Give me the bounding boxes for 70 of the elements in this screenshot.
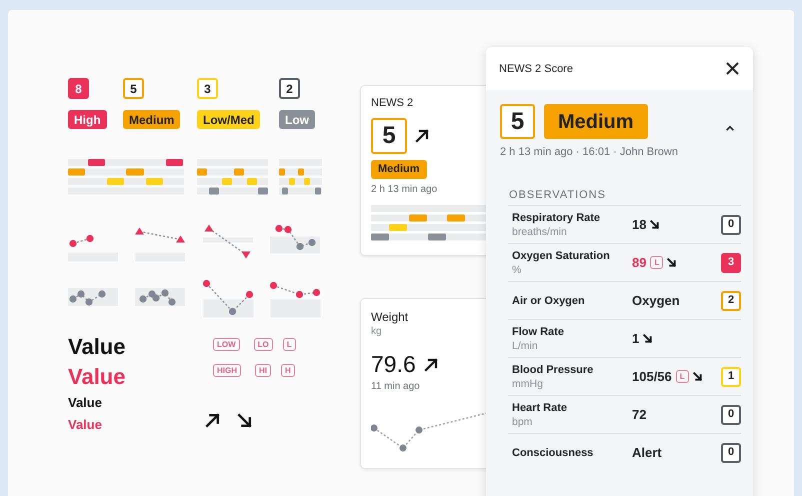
observation-unit: breaths/min [512,226,568,238]
unit-text: kg [371,326,383,337]
score-box: 0 [721,442,741,462]
range-flag-tag: LO [254,338,273,350]
score-box: 2 [279,78,300,99]
score-box: 8 [68,78,89,99]
score-box: 3 [721,252,741,272]
observation-value: 105/56 [632,369,672,384]
sparkline-drawing [268,281,320,318]
panel-title: NEWS 2 Score [499,62,573,74]
risk-badge: Medium [544,104,648,139]
observation-value: 72 [632,407,646,422]
observation-name: Blood Pressure [512,364,594,376]
observation-unit: bpm [512,416,534,428]
sparkline-drawing [135,288,185,306]
sparkline-drawing [134,227,185,262]
observation-unit: % [512,264,522,276]
range-flag-tag: HI [255,364,271,376]
sparkline-drawing [68,234,118,262]
observation-name: Consciousness [512,446,594,458]
range-flag-tag: LOW [213,338,240,350]
sparkline-drawing [203,224,253,259]
observation-value: Oxygen [632,293,680,308]
observation-name: Respiratory Rate [512,212,602,224]
observation-name: Heart Rate [512,402,568,414]
observation-name: Oxygen Saturation [512,250,611,262]
sparkline-drawing [68,288,118,306]
value-text: Value [68,336,126,358]
risk-badge: Low [279,110,315,129]
risk-badge: Medium [371,160,427,179]
observation-value: 1 [632,331,640,346]
score-grid-drawing [197,159,268,194]
risk-badge: Low/Med [197,110,260,129]
risk-badge: Medium [123,110,180,129]
score-box: 5 [123,78,144,99]
score-grid-drawing [279,159,322,194]
observation-value: Alert [632,445,662,460]
time-ago-text: 2 h 13 min ago [371,184,438,195]
chevron-icon[interactable] [725,124,735,133]
score-box: 0 [721,214,741,234]
close-icon[interactable] [726,62,739,75]
range-flag-tag: L [282,338,296,350]
score-meta-text: 2 h 13 min ago · 16:01 · John Brown [500,146,679,158]
observation-value: 89 [632,255,646,270]
range-flag-tag: HIGH [213,364,241,376]
score-box: 2 [721,290,741,310]
time-ago-text: 11 min ago [371,381,421,392]
observation-unit: mmHg [512,378,544,390]
observation-name: Air or Oxygen [512,294,586,306]
range-flag-tag: L [676,370,689,383]
card-title: Weight [371,310,410,324]
section-heading: OBSERVATIONS [509,189,607,203]
sparkline-drawing [270,224,320,254]
sparkline-drawing [202,279,254,318]
value-text: Value [68,418,103,430]
observation-name: Flow Rate [512,326,565,338]
observation-value: 18 [632,217,646,232]
score-box: 1 [721,366,741,386]
score-box: 0 [721,404,741,424]
risk-badge: High [68,110,107,129]
weight-value: 79.6 [371,351,416,378]
range-flag-tag: L [650,256,664,269]
value-text: Value [68,396,103,408]
score-box: 5 [500,104,535,139]
score-box: 3 [197,78,218,99]
observation-unit: L/min [512,340,539,352]
card-title: NEWS 2 [371,97,414,109]
value-text: Value [68,366,126,388]
score-box: 5 [371,118,407,154]
range-flag-tag: H [281,364,295,376]
